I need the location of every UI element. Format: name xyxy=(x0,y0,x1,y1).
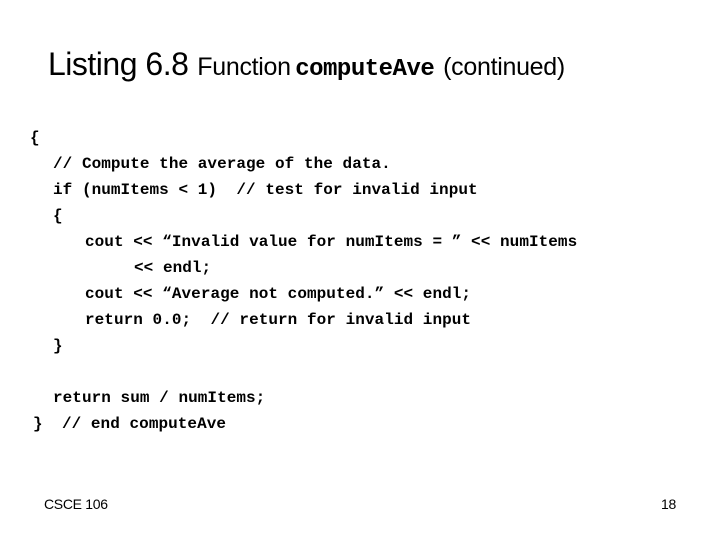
title-suffix: (continued) xyxy=(443,53,565,81)
footer-page-number: 18 xyxy=(661,496,676,512)
code-line: << endl; xyxy=(134,259,212,277)
footer-course: CSCE 106 xyxy=(44,496,108,512)
code-line: { xyxy=(53,207,63,225)
code-line: return 0.0; // return for invalid input xyxy=(85,311,472,329)
title-prefix: Function xyxy=(197,53,291,81)
code-line: } // end computeAve xyxy=(33,415,227,433)
code-line: } xyxy=(53,337,63,355)
code-line: cout << “Average not computed.” << endl; xyxy=(85,285,472,303)
function-name: computeAve xyxy=(295,56,435,83)
code-line: return sum / numItems; xyxy=(53,389,266,407)
code-line: if (numItems < 1) // test for invalid in… xyxy=(53,181,478,199)
code-line: cout << “Invalid value for numItems = ” … xyxy=(85,233,578,251)
slide-title: Listing 6.8 Function computeAve (continu… xyxy=(48,46,565,83)
code-line: { xyxy=(30,129,40,147)
code-line: // Compute the average of the data. xyxy=(53,155,391,173)
listing-label: Listing 6.8 xyxy=(48,46,189,82)
